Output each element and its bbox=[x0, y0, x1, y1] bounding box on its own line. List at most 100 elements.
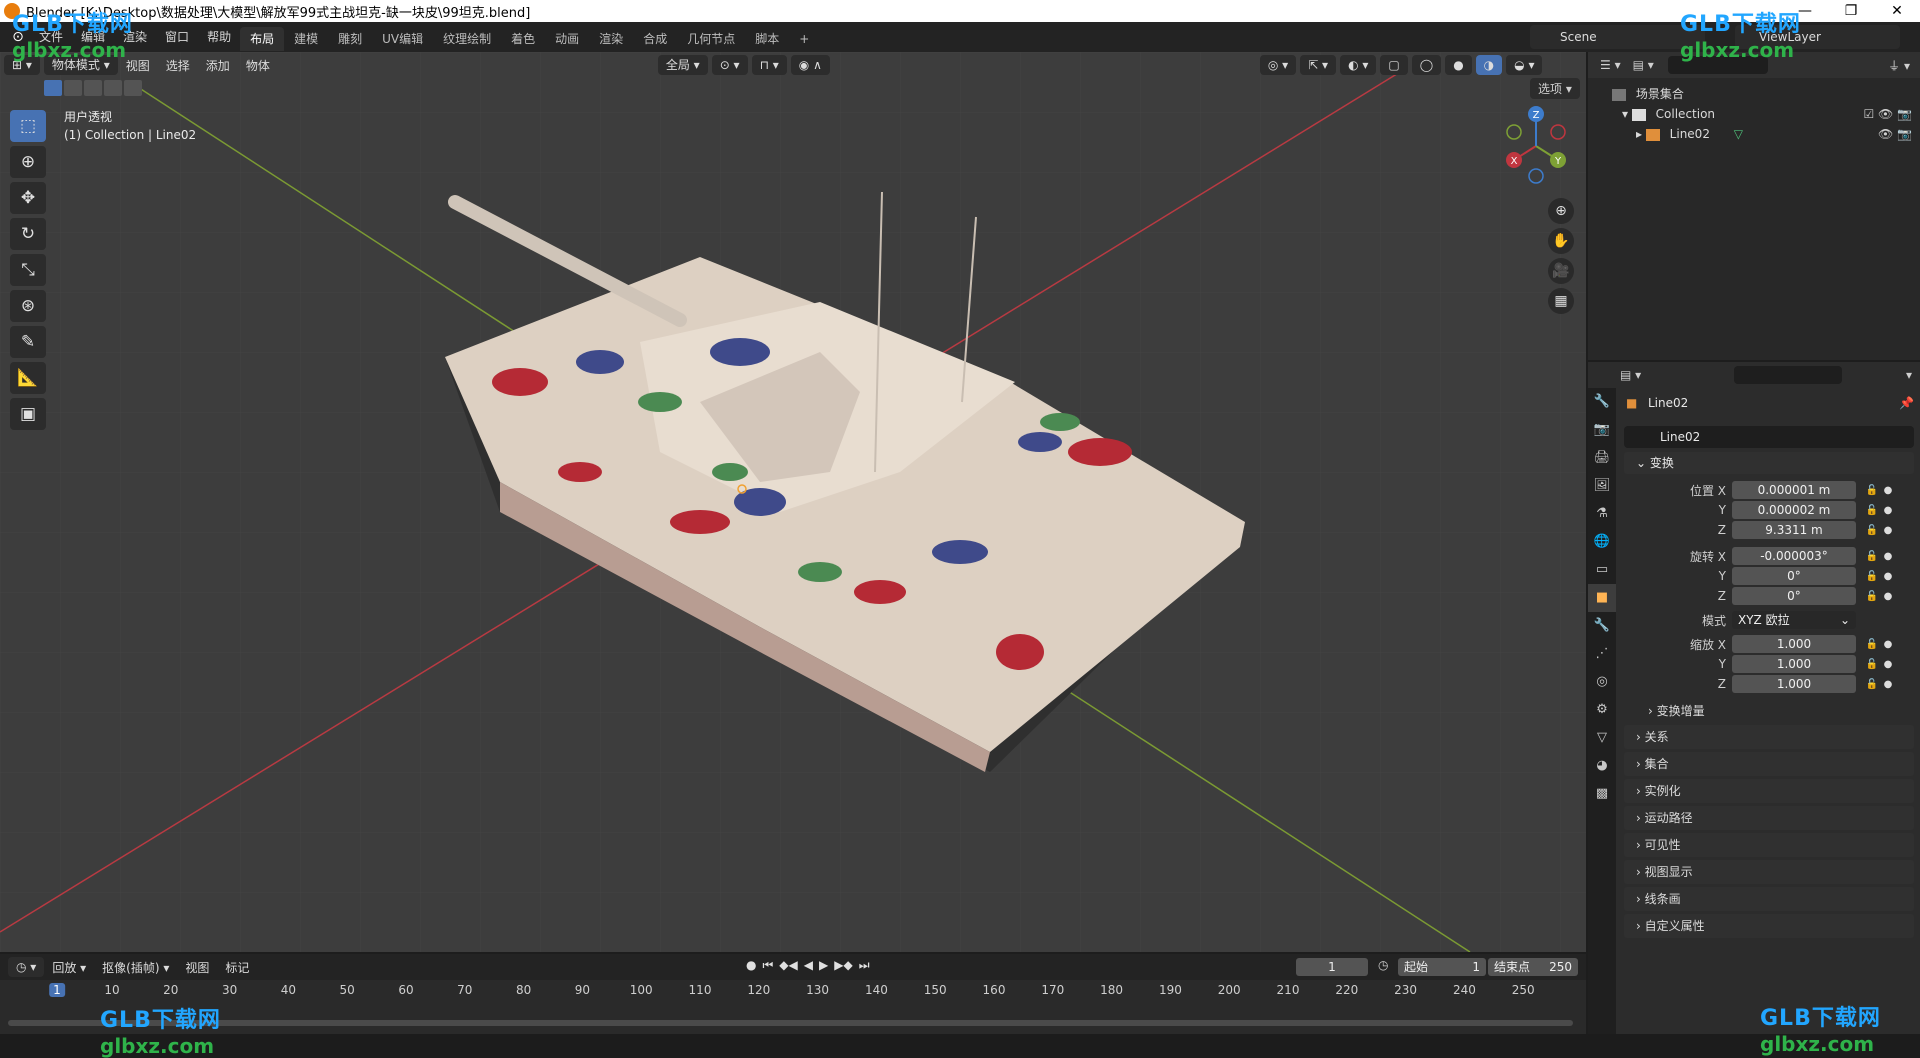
filter-icon[interactable]: ⏚ ▾ bbox=[1888, 57, 1910, 74]
snap-button[interactable]: ⊓ ▾ bbox=[751, 55, 787, 75]
custom-properties-panel[interactable]: › 自定义属性 bbox=[1624, 914, 1914, 938]
keyframe-dot-icon[interactable]: ● bbox=[1882, 525, 1894, 536]
delta-transform-subpanel[interactable]: › 变换增量 bbox=[1624, 700, 1914, 722]
tab-shading[interactable]: 着色 bbox=[501, 27, 545, 51]
clock-icon[interactable]: ◷ bbox=[1378, 958, 1388, 972]
lock-icon[interactable]: 🔓 bbox=[1862, 679, 1882, 690]
properties-editor-icon[interactable]: ▤ ▾ bbox=[1620, 368, 1641, 382]
timeline-track[interactable] bbox=[0, 1000, 1586, 1034]
keyframe-dot-icon[interactable]: ● bbox=[1882, 639, 1894, 650]
tab-sculpting[interactable]: 雕刻 bbox=[328, 27, 372, 51]
keyframe-dot-icon[interactable]: ● bbox=[1882, 591, 1894, 602]
collection-tab-icon[interactable]: ▭ bbox=[1588, 556, 1616, 584]
lock-icon[interactable]: 🔓 bbox=[1862, 591, 1882, 602]
instancing-panel[interactable]: › 实例化 bbox=[1624, 779, 1914, 803]
play-reverse-icon[interactable]: ◀ bbox=[804, 958, 813, 973]
select-subtract-button[interactable] bbox=[84, 80, 102, 96]
properties-search-input[interactable] bbox=[1734, 366, 1842, 384]
expand-chevron-icon[interactable]: ▸ bbox=[1636, 127, 1646, 141]
3d-viewport[interactable]: ⊞ ▾ 物体模式 ▾ 视图 选择 添加 物体 全局 ▾ ⊙ ▾ ⊓ ▾ ◉ ∧ … bbox=[0, 52, 1586, 952]
keyframe-dot-icon[interactable]: ● bbox=[1882, 485, 1894, 496]
zoom-icon[interactable]: ⊕ bbox=[1548, 198, 1574, 224]
visibility-panel[interactable]: › 可见性 bbox=[1624, 833, 1914, 857]
scene-tab-icon[interactable]: ⚗ bbox=[1588, 500, 1616, 528]
shading-wireframe-button[interactable]: ◯ bbox=[1411, 55, 1442, 75]
gizmo-button[interactable]: ⇱ ▾ bbox=[1300, 55, 1337, 75]
add-cube-tool-icon[interactable]: ▣ bbox=[10, 398, 46, 430]
rotation-z-field[interactable]: 0° bbox=[1732, 587, 1856, 605]
select-extend-button[interactable] bbox=[64, 80, 82, 96]
visibility-button[interactable]: ◎ ▾ bbox=[1259, 55, 1297, 75]
jump-end-icon[interactable]: ⏭ bbox=[859, 958, 870, 973]
menu-window[interactable]: 窗口 bbox=[156, 22, 198, 52]
view-layer-tab-icon[interactable]: 🖼 bbox=[1588, 472, 1616, 500]
particles-tab-icon[interactable]: ⋰ bbox=[1588, 640, 1616, 668]
overlay-button[interactable]: ◐ ▾ bbox=[1340, 55, 1377, 75]
tab-modeling[interactable]: 建模 bbox=[284, 27, 328, 51]
scale-x-field[interactable]: 1.000 bbox=[1732, 635, 1856, 653]
render-tab-icon[interactable]: 📷 bbox=[1588, 416, 1616, 444]
collections-panel[interactable]: › 集合 bbox=[1624, 752, 1914, 776]
keyframe-dot-icon[interactable]: ● bbox=[1882, 659, 1894, 670]
start-frame-field[interactable]: 起始 1 bbox=[1398, 958, 1486, 976]
menu-marker[interactable]: 标记 bbox=[217, 959, 257, 976]
transform-orientation-selector[interactable]: 全局 ▾ bbox=[657, 55, 708, 75]
outliner-editor-icon[interactable]: ☰ ▾ bbox=[1600, 58, 1621, 72]
scene-selector[interactable]: Scene bbox=[1530, 25, 1705, 49]
tab-rendering[interactable]: 渲染 bbox=[589, 27, 633, 51]
motion-paths-panel[interactable]: › 运动路径 bbox=[1624, 806, 1914, 830]
perspective-grid-icon[interactable]: ▦ bbox=[1548, 288, 1574, 314]
next-keyframe-icon[interactable]: ▶◆ bbox=[834, 958, 852, 973]
transform-panel-header[interactable]: ⌄ 变换 bbox=[1624, 452, 1914, 474]
pivot-point-button[interactable]: ⊙ ▾ bbox=[711, 55, 748, 75]
menu-timeline-view[interactable]: 视图 bbox=[177, 959, 217, 976]
lock-icon[interactable]: 🔓 bbox=[1862, 505, 1882, 516]
timeline-ruler[interactable]: 1 10 20 30 40 50 60 70 80 90 100 110 120 130 140 150 160… bbox=[0, 980, 1586, 1000]
lock-icon[interactable]: 🔓 bbox=[1862, 639, 1882, 650]
scale-z-field[interactable]: 1.000 bbox=[1732, 675, 1856, 693]
output-tab-icon[interactable]: 🖨 bbox=[1588, 444, 1616, 472]
tab-compositing[interactable]: 合成 bbox=[633, 27, 677, 51]
location-x-field[interactable]: 0.000001 m bbox=[1732, 481, 1856, 499]
properties-options-icon[interactable]: ▾ bbox=[1906, 368, 1912, 382]
keyframe-dot-icon[interactable]: ● bbox=[1882, 505, 1894, 516]
move-tool-icon[interactable]: ✥ bbox=[10, 182, 46, 214]
navigation-gizmo[interactable]: X Y Z bbox=[1496, 94, 1576, 194]
menu-keying[interactable]: 抠像(插帧) ▾ bbox=[94, 959, 177, 976]
menu-playback[interactable]: 回放 ▾ bbox=[44, 959, 94, 976]
maximize-button[interactable]: ❐ bbox=[1828, 0, 1874, 22]
lock-icon[interactable]: 🔓 bbox=[1862, 551, 1882, 562]
timeline-scrollbar[interactable] bbox=[8, 1020, 1573, 1026]
rotate-tool-icon[interactable]: ↻ bbox=[10, 218, 46, 250]
add-workspace-button[interactable]: + bbox=[789, 27, 819, 51]
menu-help[interactable]: 帮助 bbox=[198, 22, 240, 52]
rotation-mode-select[interactable]: XYZ 欧拉 ⌄ bbox=[1732, 611, 1856, 629]
camera-view-icon[interactable]: 🎥 bbox=[1548, 258, 1574, 284]
outliner-scene-collection[interactable]: 场景集合 bbox=[1588, 84, 1920, 104]
end-frame-field[interactable]: 结束点 250 bbox=[1488, 958, 1578, 976]
shading-material-button[interactable]: ◑ bbox=[1475, 55, 1503, 75]
xray-button[interactable]: ▢ bbox=[1380, 55, 1408, 75]
transform-tool-icon[interactable]: ⊛ bbox=[10, 290, 46, 322]
texture-tab-icon[interactable]: ▩ bbox=[1588, 780, 1616, 808]
keyframe-dot-icon[interactable]: ● bbox=[1882, 551, 1894, 562]
tab-uv-editing[interactable]: UV编辑 bbox=[372, 27, 433, 51]
tab-layout[interactable]: 布局 bbox=[240, 26, 285, 51]
lock-icon[interactable]: 🔓 bbox=[1862, 571, 1882, 582]
line-art-panel[interactable]: › 线条画 bbox=[1624, 887, 1914, 911]
keyframe-dot-icon[interactable]: ● bbox=[1882, 571, 1894, 582]
tab-scripting[interactable]: 脚本 bbox=[745, 27, 789, 51]
scale-tool-icon[interactable]: ⤡ bbox=[10, 254, 46, 286]
outliner-item-line02[interactable]: ▸ Line02 ▽ 👁 📷 bbox=[1588, 124, 1920, 144]
lock-icon[interactable]: 🔓 bbox=[1862, 525, 1882, 536]
prev-keyframe-icon[interactable]: ◆◀ bbox=[779, 958, 797, 973]
select-box-tool-icon[interactable]: ⬚ bbox=[10, 110, 46, 142]
select-new-button[interactable] bbox=[44, 80, 62, 96]
timeline-editor-icon[interactable]: ◷ ▾ bbox=[8, 957, 45, 977]
lock-icon[interactable]: 🔓 bbox=[1862, 485, 1882, 496]
tab-geometry-nodes[interactable]: 几何节点 bbox=[677, 27, 745, 51]
jump-start-icon[interactable]: ⏮ bbox=[762, 958, 773, 973]
record-icon[interactable]: ● bbox=[746, 958, 756, 973]
select-intersect-button[interactable] bbox=[124, 80, 142, 96]
outliner-item-collection[interactable]: ▾ Collection ☑ 👁 📷 bbox=[1588, 104, 1920, 124]
